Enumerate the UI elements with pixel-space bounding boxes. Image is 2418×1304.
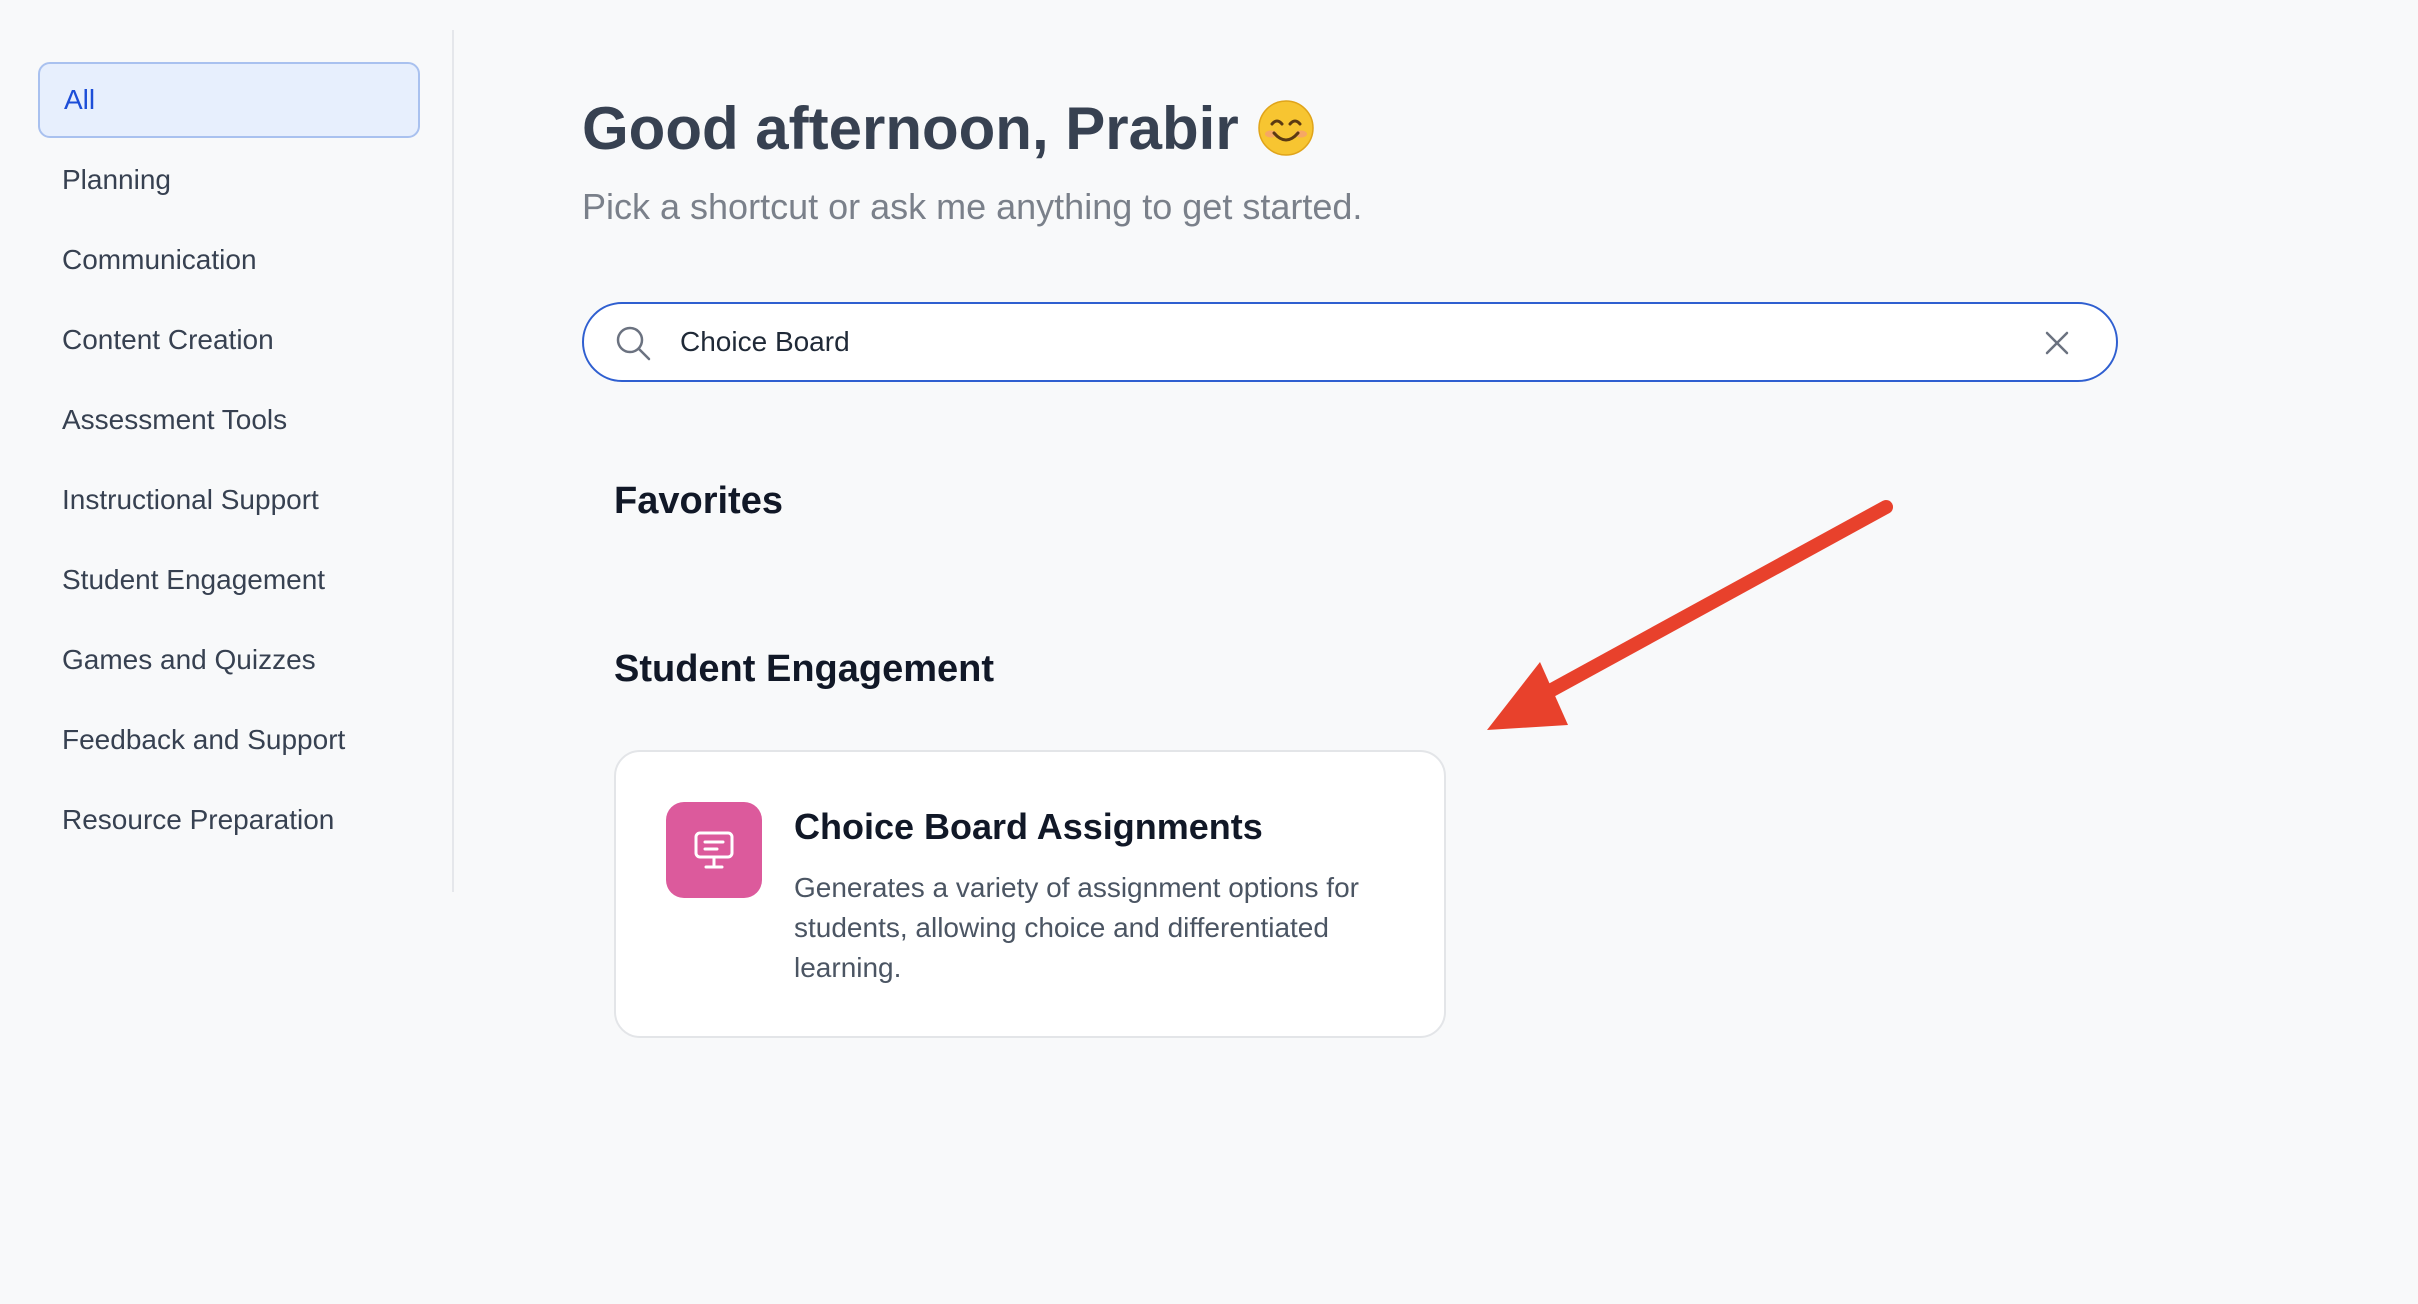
presentation-board-icon xyxy=(666,802,762,898)
sidebar-item-communication[interactable]: Communication xyxy=(38,222,420,298)
sidebar-item-label: Games and Quizzes xyxy=(62,644,316,675)
sidebar-item-feedback-and-support[interactable]: Feedback and Support xyxy=(38,702,420,778)
card-description: Generates a variety of assignment option… xyxy=(794,872,1359,983)
sidebar-item-label: All xyxy=(64,84,96,115)
sidebar-item-planning[interactable]: Planning xyxy=(38,142,420,218)
shortcut-card-choice-board-assignments[interactable]: Choice Board Assignments Generates a var… xyxy=(614,750,1446,1038)
page-title: Good afternoon, Prabir xyxy=(582,88,1315,168)
sidebar-item-games-and-quizzes[interactable]: Games and Quizzes xyxy=(38,622,420,698)
category-sidebar: All Planning Communication Content Creat… xyxy=(0,30,454,892)
search-input[interactable] xyxy=(680,318,1980,366)
favorites-heading: Favorites xyxy=(614,480,783,522)
close-icon[interactable] xyxy=(2042,328,2072,358)
smiling-face-icon xyxy=(1257,99,1315,157)
sidebar-item-label: Resource Preparation xyxy=(62,804,335,835)
student-engagement-heading: Student Engagement xyxy=(614,648,995,690)
sidebar-item-label: Feedback and Support xyxy=(62,724,346,755)
sidebar-item-content-creation[interactable]: Content Creation xyxy=(38,302,420,378)
sidebar-item-instructional-support[interactable]: Instructional Support xyxy=(38,462,420,538)
sidebar-item-label: Assessment Tools xyxy=(62,404,288,435)
search-bar[interactable] xyxy=(582,302,2118,382)
sidebar-item-label: Student Engagement xyxy=(62,564,326,595)
sidebar-item-label: Communication xyxy=(62,244,257,275)
card-title: Choice Board Assignments xyxy=(794,806,1263,847)
app: All Planning Communication Content Creat… xyxy=(0,0,2418,1304)
sidebar-item-all[interactable]: All xyxy=(38,62,420,138)
sidebar-item-assessment-tools[interactable]: Assessment Tools xyxy=(38,382,420,458)
sidebar-item-label: Planning xyxy=(62,164,171,195)
sidebar-item-label: Instructional Support xyxy=(62,484,319,515)
search-icon xyxy=(614,324,652,362)
sidebar-item-label: Content Creation xyxy=(62,324,274,355)
greeting-text: Good afternoon, Prabir xyxy=(582,94,1239,162)
page-subtitle: Pick a shortcut or ask me anything to ge… xyxy=(582,186,1363,227)
sidebar-item-student-engagement[interactable]: Student Engagement xyxy=(38,542,420,618)
sidebar-item-resource-preparation[interactable]: Resource Preparation xyxy=(38,782,420,858)
